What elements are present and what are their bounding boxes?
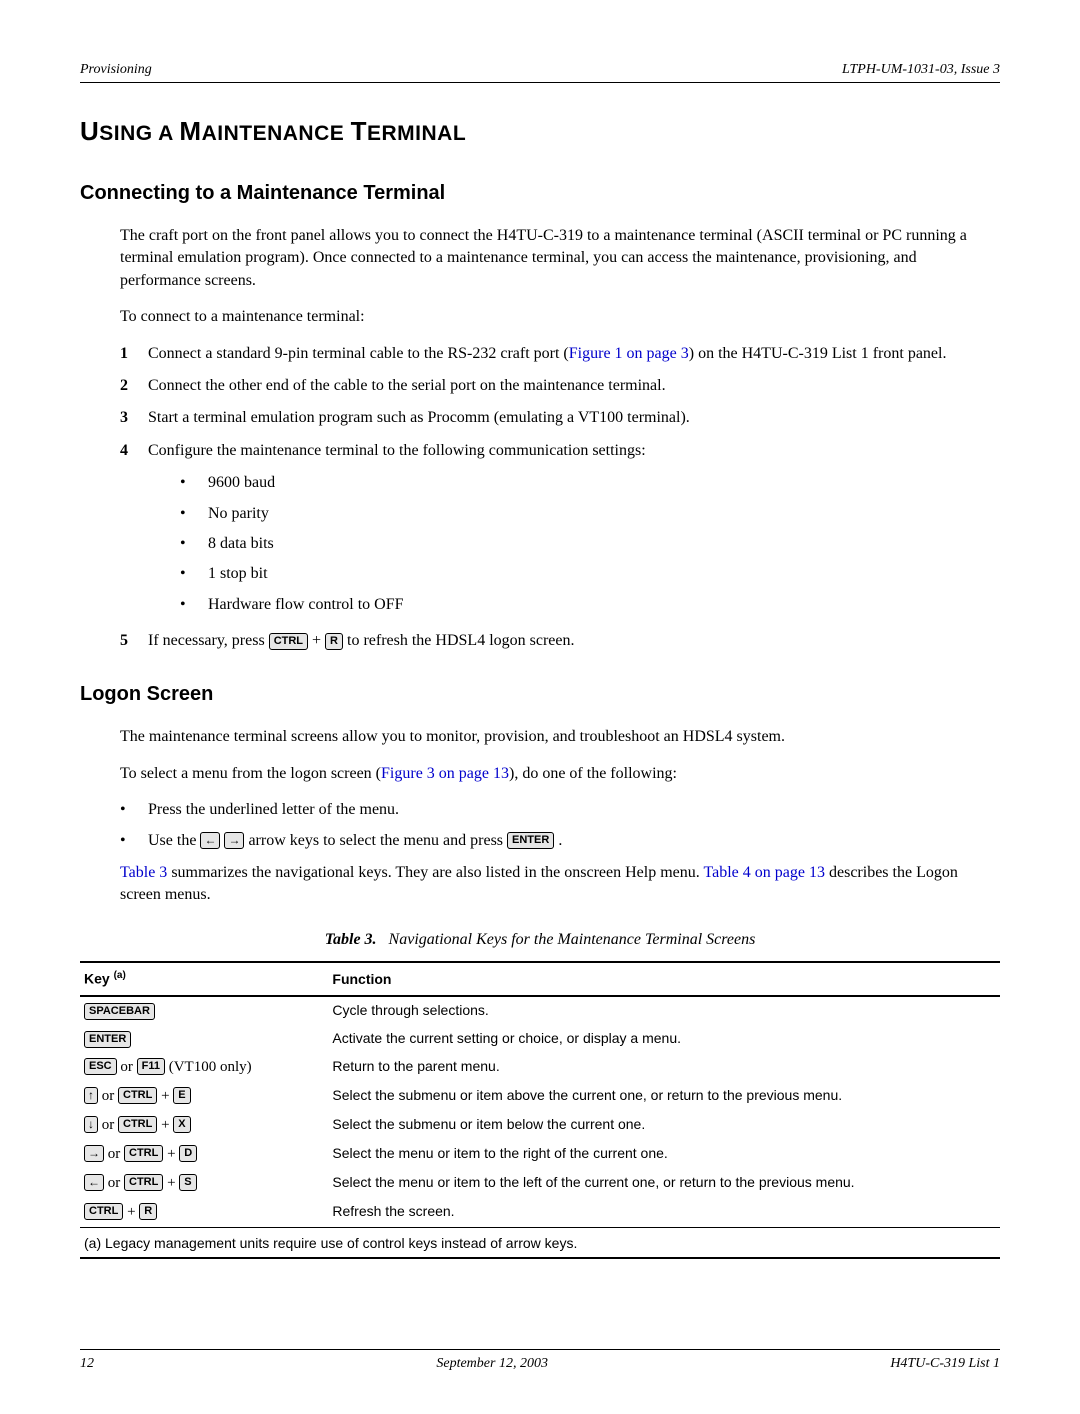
table-row: SPACEBAR Cycle through selections. (80, 996, 1000, 1025)
th-key: Key (a) (80, 962, 328, 996)
key-x: X (173, 1116, 190, 1133)
table-row: → or CTRL + D Select the menu or item to… (80, 1140, 1000, 1169)
key-ctrl: CTRL (118, 1116, 157, 1133)
list-item: Hardware flow control to OFF (208, 594, 404, 616)
key-enter: ENTER (507, 832, 554, 849)
para: To connect to a maintenance terminal: (120, 306, 1000, 328)
list-item: Use the ← → arrow keys to select the men… (148, 830, 562, 852)
para: The craft port on the front panel allows… (120, 225, 1000, 292)
header-section: Provisioning (80, 60, 152, 80)
key-e: E (173, 1087, 190, 1104)
table-footnote-row: (a) Legacy management units require use … (80, 1227, 1000, 1258)
key-ctrl: CTRL (84, 1203, 123, 1220)
link-figure3[interactable]: Figure 3 on page 13 (381, 765, 509, 782)
table-row: ENTER Activate the current setting or ch… (80, 1025, 1000, 1053)
key-r: R (325, 633, 343, 650)
step-5: 5 If necessary, press CTRL + R to refres… (120, 630, 1000, 652)
page-header: Provisioning LTPH-UM-1031-03, Issue 3 (80, 60, 1000, 83)
key-right-arrow: → (224, 832, 244, 849)
key-ctrl: CTRL (124, 1145, 163, 1162)
table-row: CTRL + R Refresh the screen. (80, 1198, 1000, 1228)
list-item: No parity (208, 503, 269, 525)
table-caption: Table 3. Navigational Keys for the Maint… (80, 929, 1000, 951)
subsection-logon: Logon Screen (80, 680, 1000, 708)
table-row: ↑ or CTRL + E Select the submenu or item… (80, 1082, 1000, 1111)
key-ctrl: CTRL (118, 1087, 157, 1104)
table-row: ESC or F11 (VT100 only) Return to the pa… (80, 1053, 1000, 1082)
step-3: 3 Start a terminal emulation program suc… (120, 407, 1000, 429)
table-row: ↓ or CTRL + X Select the submenu or item… (80, 1111, 1000, 1140)
footer-page: 12 (80, 1354, 94, 1374)
link-table4[interactable]: Table 4 on page 13 (703, 864, 825, 881)
footer-model: H4TU-C-319 List 1 (890, 1354, 1000, 1374)
link-table3[interactable]: Table 3 (120, 864, 167, 881)
key-ctrl: CTRL (269, 633, 308, 650)
key-esc: ESC (84, 1058, 117, 1075)
subsection-connecting: Connecting to a Maintenance Terminal (80, 179, 1000, 207)
key-right-arrow: → (84, 1145, 104, 1162)
list-item: 1 stop bit (208, 563, 268, 585)
para: Table 3 summarizes the navigational keys… (120, 862, 1000, 907)
key-left-arrow: ← (84, 1174, 104, 1191)
link-figure1[interactable]: Figure 1 on page 3 (569, 345, 689, 362)
key-down-arrow: ↓ (84, 1116, 98, 1133)
step-1: 1 Connect a standard 9-pin terminal cabl… (120, 343, 1000, 365)
key-spacebar: SPACEBAR (84, 1003, 155, 1020)
footer-date: September 12, 2003 (436, 1354, 548, 1374)
para: The maintenance terminal screens allow y… (120, 726, 1000, 748)
para: To select a menu from the logon screen (… (120, 763, 1000, 785)
key-r: R (139, 1203, 157, 1220)
key-f11: F11 (137, 1058, 165, 1075)
th-function: Function (328, 962, 1000, 996)
key-enter: ENTER (84, 1031, 131, 1048)
table-row: ← or CTRL + S Select the menu or item to… (80, 1169, 1000, 1198)
page-footer: 12 September 12, 2003 H4TU-C-319 List 1 (80, 1349, 1000, 1374)
section-title: USING A MAINTENANCE TERMINAL (80, 113, 1000, 149)
nav-keys-table: Key (a) Function SPACEBAR Cycle through … (80, 961, 1000, 1259)
key-ctrl: CTRL (124, 1174, 163, 1191)
list-item: Press the underlined letter of the menu. (148, 799, 399, 821)
key-d: D (179, 1145, 197, 1162)
header-docid: LTPH-UM-1031-03, Issue 3 (842, 60, 1000, 80)
key-s: S (179, 1174, 196, 1191)
key-up-arrow: ↑ (84, 1087, 98, 1104)
step-4: 4 Configure the maintenance terminal to … (120, 440, 1000, 462)
list-item: 8 data bits (208, 533, 274, 555)
list-item: 9600 baud (208, 472, 275, 494)
logon-options: •Press the underlined letter of the menu… (120, 799, 1000, 852)
step-2: 2 Connect the other end of the cable to … (120, 375, 1000, 397)
key-left-arrow: ← (200, 832, 220, 849)
settings-list: •9600 baud •No parity •8 data bits •1 st… (180, 472, 1000, 616)
